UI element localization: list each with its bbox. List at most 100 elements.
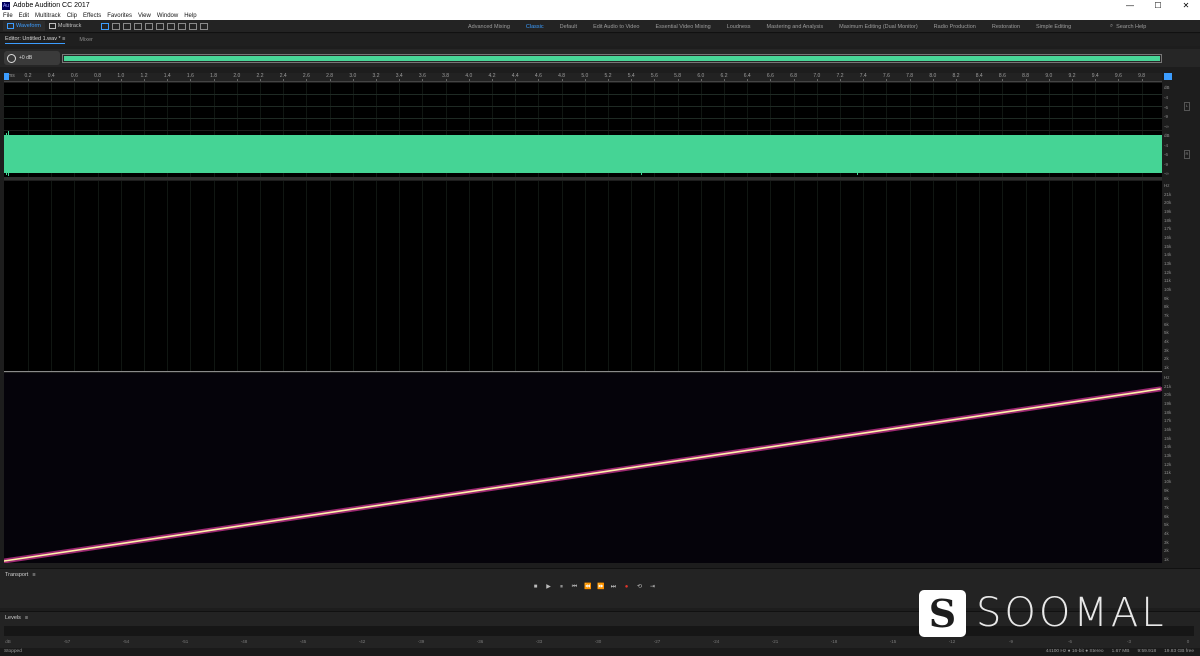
- mixer-tab[interactable]: Mixer: [79, 37, 92, 43]
- menu-favorites[interactable]: Favorites: [107, 13, 132, 19]
- grid-line: [956, 181, 957, 371]
- scale-label: 19k: [1164, 209, 1172, 214]
- close-button[interactable]: ✕: [1172, 0, 1200, 11]
- scale-label: 8k: [1164, 496, 1169, 502]
- ruler-tick-mark: [28, 79, 29, 81]
- editor-tab-label: Editor: Untitled 1.wav *: [5, 36, 61, 42]
- ruler-tick-mark: [608, 79, 609, 81]
- scale-label: 7k: [1164, 313, 1169, 318]
- scale-label: 21k: [1164, 191, 1172, 197]
- skip-selection-button[interactable]: ⇥: [649, 584, 656, 591]
- zoom-toggle-icon[interactable]: [1164, 73, 1172, 80]
- go-to-end-button[interactable]: ⏭: [610, 584, 617, 591]
- volume-knob-icon[interactable]: [7, 53, 16, 63]
- scale-label: dB: [1164, 85, 1170, 90]
- grid-line: [932, 181, 934, 371]
- tool-group: [101, 22, 209, 30]
- grid-line: [747, 181, 749, 371]
- waveform-channel-right[interactable]: [4, 131, 1162, 177]
- multitrack-icon: [48, 23, 56, 29]
- scale-label: -9: [1164, 114, 1169, 120]
- multitrack-mode-button[interactable]: Multitrack: [45, 21, 86, 31]
- spectral-sweep-plot: [4, 386, 1162, 563]
- meter-scale-label: -51: [181, 639, 189, 644]
- workspace-default[interactable]: Default: [560, 24, 577, 30]
- spectral-display-icon[interactable]: [101, 22, 110, 30]
- menu-help[interactable]: Help: [184, 13, 196, 19]
- scale-label: 9k: [1164, 487, 1169, 493]
- pause-button[interactable]: ⏸: [558, 584, 565, 591]
- spot-healing-tool-icon[interactable]: [200, 22, 209, 30]
- channel-right-indicator[interactable]: R: [1184, 150, 1190, 159]
- maximize-button[interactable]: ☐: [1144, 0, 1172, 11]
- pane-divider[interactable]: [4, 177, 1162, 180]
- ruler-tick-mark: [74, 79, 76, 81]
- workspace-loudness[interactable]: Loudness: [727, 24, 751, 30]
- spectral-channel-left[interactable]: [4, 181, 1162, 371]
- record-button[interactable]: ●: [623, 584, 630, 591]
- loop-playback-button[interactable]: ⟲: [636, 584, 643, 591]
- brush-tool-icon[interactable]: [189, 22, 198, 30]
- workspace-simple-editing[interactable]: Simple Editing: [1036, 24, 1071, 30]
- grid-line: [654, 181, 656, 371]
- spectral-channel-right[interactable]: [4, 373, 1162, 563]
- grid-line: [1095, 181, 1097, 371]
- ruler-tick-mark: [329, 79, 331, 81]
- panel-menu-icon[interactable]: ≡: [32, 572, 35, 578]
- ruler-tick-mark: [956, 79, 957, 81]
- stop-button[interactable]: ■: [532, 584, 539, 591]
- menu-multitrack[interactable]: Multitrack: [35, 13, 61, 19]
- menu-effects[interactable]: Effects: [83, 13, 101, 19]
- workspace-classic[interactable]: Classic: [526, 24, 544, 30]
- workspace-edit-audio-to-video[interactable]: Edit Audio to Video: [593, 24, 639, 30]
- scale-label: -4: [1164, 94, 1169, 100]
- workspace-restoration[interactable]: Restoration: [992, 24, 1020, 30]
- ruler-tick-mark: [144, 79, 145, 81]
- menu-window[interactable]: Window: [157, 13, 178, 19]
- grid-line: [515, 181, 517, 371]
- time-ruler[interactable]: hms 0.2 0.4 0.6 0.8 1.0 1.2 1.4 1.6 1.8 2.0 2.2 2.4…: [4, 73, 1162, 82]
- workspace-essential-video-mixing[interactable]: Essential Video Mixing: [655, 24, 710, 30]
- marquee-tool-icon[interactable]: [167, 22, 176, 30]
- scale-label: 11k: [1164, 278, 1171, 284]
- grid-line: [329, 181, 331, 371]
- grid-line: [190, 181, 192, 371]
- lasso-tool-icon[interactable]: [178, 22, 187, 30]
- search-icon: ⌕: [1110, 23, 1114, 29]
- meter-scale-label: -27: [653, 639, 661, 644]
- editor-tab[interactable]: Editor: Untitled 1.wav * ≡: [5, 36, 66, 44]
- pitch-display-icon[interactable]: [112, 22, 121, 30]
- rewind-button[interactable]: ⏪: [584, 584, 591, 591]
- workspace-mastering-and-analysis[interactable]: Mastering and Analysis: [767, 24, 824, 30]
- workspace-advanced-mixing[interactable]: Advanced Mixing: [468, 24, 510, 30]
- ruler-tick-mark: [120, 79, 122, 81]
- workspace-maximum-editing[interactable]: Maximum Editing (Dual Monitor): [839, 24, 918, 30]
- menu-view[interactable]: View: [138, 13, 151, 19]
- slip-tool-icon[interactable]: [145, 22, 154, 30]
- scale-label: 5k: [1164, 330, 1169, 336]
- move-tool-icon[interactable]: [123, 22, 132, 30]
- grid-line: [213, 181, 215, 371]
- fast-forward-button[interactable]: ⏩: [597, 584, 604, 591]
- razor-tool-icon[interactable]: [134, 22, 143, 30]
- menu-clip[interactable]: Clip: [67, 13, 77, 19]
- minimize-button[interactable]: —: [1116, 0, 1144, 11]
- meter-scale-label: 0: [1186, 639, 1190, 644]
- playhead-handle[interactable]: [4, 73, 9, 80]
- waveform-channel-left[interactable]: [4, 83, 1162, 130]
- meter-scale-label: -30: [594, 639, 602, 644]
- menu-file[interactable]: File: [3, 13, 13, 19]
- ruler-tick-mark: [260, 79, 261, 81]
- grid-line: [120, 181, 122, 371]
- workspace-radio-production[interactable]: Radio Production: [934, 24, 976, 30]
- hud-volume[interactable]: +0 dB: [4, 51, 60, 65]
- channel-left-indicator[interactable]: L: [1184, 102, 1190, 111]
- waveform-mode-button[interactable]: Waveform: [3, 21, 45, 31]
- go-to-start-button[interactable]: ⏮: [571, 584, 578, 591]
- time-selection-tool-icon[interactable]: [156, 22, 165, 30]
- grid-line: [399, 181, 401, 371]
- levels-menu-icon[interactable]: ≡: [25, 615, 28, 621]
- play-button[interactable]: ▶: [545, 584, 552, 591]
- menu-edit[interactable]: Edit: [19, 13, 29, 19]
- search-help-field[interactable]: ⌕ Search Help: [1110, 22, 1196, 31]
